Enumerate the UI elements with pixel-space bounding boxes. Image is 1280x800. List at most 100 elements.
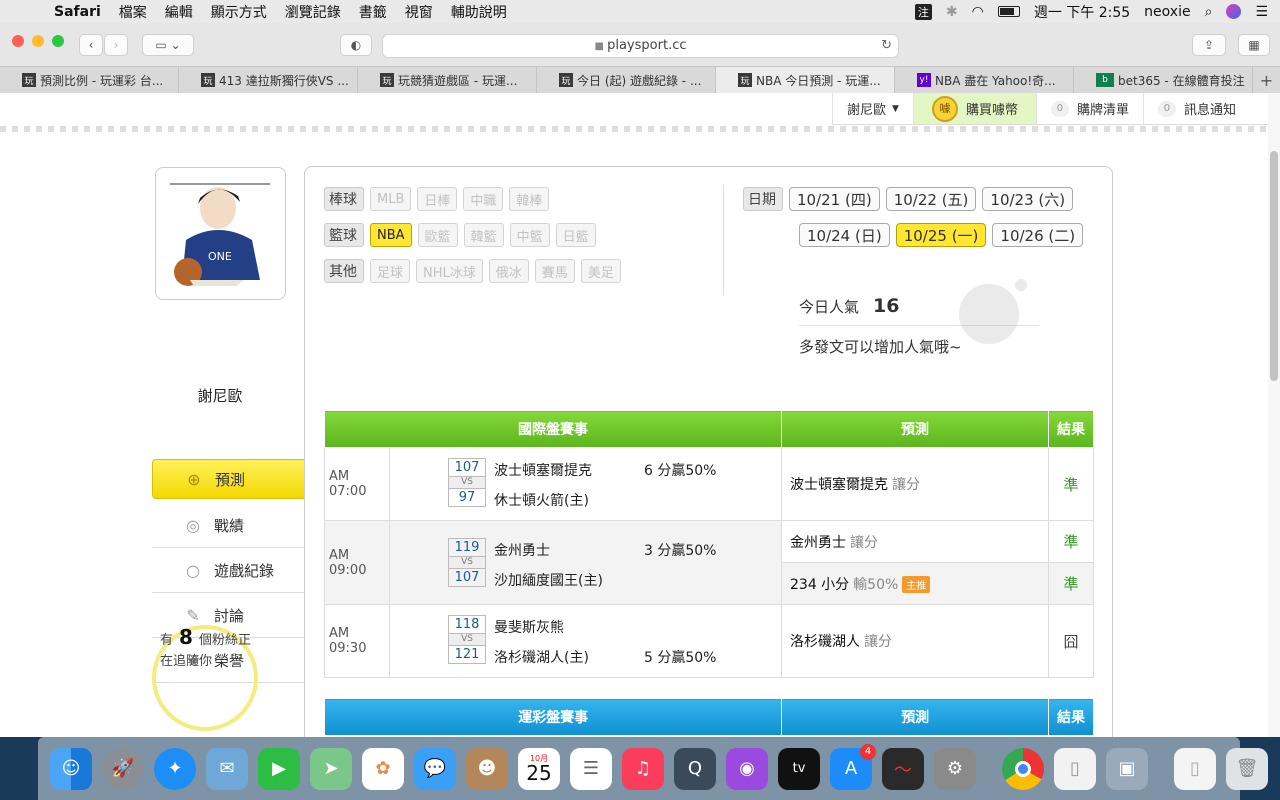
facetime-icon[interactable]: ▶ [258, 747, 300, 790]
column-header: 結果 [1048, 410, 1094, 448]
share-button[interactable]: ⇪ [1192, 34, 1226, 56]
launchpad-icon[interactable]: 🚀 [102, 747, 144, 790]
apple-tv-icon[interactable]: tv [778, 747, 820, 790]
page-scrollbar[interactable] [1268, 93, 1280, 737]
basketball-filter-row: 籃球 NBA 歐籃 韓籃 中籃 日籃 [324, 223, 596, 247]
chip-cpbl[interactable]: 中職 [463, 187, 504, 211]
chip-nba[interactable]: NBA [370, 223, 412, 247]
chip-euro-basketball[interactable]: 歐籃 [417, 223, 458, 247]
chip-nfl[interactable]: 美足 [580, 259, 621, 283]
chip-cn-basketball[interactable]: 中籃 [509, 223, 550, 247]
browser-tab[interactable]: 玩今日 (起) 遊戲紀錄 - ... [537, 67, 716, 93]
siri-icon[interactable] [1226, 4, 1242, 19]
zoom-window-button[interactable] [52, 35, 64, 47]
menu-window[interactable]: 視窗 [405, 2, 433, 22]
chip-mlb[interactable]: MLB [370, 187, 412, 211]
cart-link[interactable]: 0 購牌清單 [1035, 93, 1143, 124]
chip-soccer[interactable]: 足球 [370, 259, 411, 283]
away-team[interactable]: 波士頓塞爾提克 [494, 460, 592, 480]
user-menu[interactable]: 謝尼歐 ▼ [832, 93, 913, 124]
date-1026[interactable]: 10/26 (二) [992, 223, 1084, 247]
audio-app-icon[interactable]: 〜 [882, 747, 924, 790]
maps-icon[interactable]: ➤ [310, 747, 352, 790]
wifi-icon[interactable]: ◠ [972, 4, 984, 20]
calendar-icon[interactable]: 10月 25 [518, 747, 560, 790]
forward-button[interactable]: › [104, 34, 128, 56]
sidebar-item-record[interactable]: ◎ 戰績 [152, 503, 304, 548]
menu-file[interactable]: 檔案 [119, 2, 147, 22]
app-store-icon[interactable]: A 4 [830, 743, 876, 790]
music-icon[interactable]: ♫ [622, 747, 664, 790]
reminders-icon[interactable]: ☰ [570, 747, 612, 790]
minimize-window-button[interactable] [32, 35, 44, 47]
contacts-icon[interactable]: ☻ [466, 747, 508, 790]
trash-icon[interactable]: 🗑 [1226, 747, 1268, 790]
user-name[interactable]: neoxie [1144, 4, 1190, 20]
date-1023[interactable]: 10/23 (六) [982, 187, 1074, 211]
battery-icon[interactable] [997, 6, 1020, 17]
close-window-button[interactable] [12, 35, 24, 47]
browser-tab[interactable]: b bet365 - 在線體育投注 [1074, 67, 1253, 93]
menu-view[interactable]: 顯示方式 [211, 2, 267, 22]
date-1024[interactable]: 10/24 (日) [799, 223, 890, 247]
browser-tab-active[interactable]: 玩 NBA 今日預測 - 玩運... [716, 67, 895, 93]
menu-help[interactable]: 輔助說明 [451, 2, 507, 22]
away-team[interactable]: 曼斐斯灰熊 [494, 617, 564, 637]
podcasts-icon[interactable]: ◉ [726, 747, 768, 790]
bluetooth-icon[interactable]: ✱ [946, 4, 958, 20]
scrollbar-thumb[interactable] [1270, 151, 1278, 381]
date-1022[interactable]: 10/22 (五) [885, 187, 977, 211]
browser-tab[interactable]: y! NBA 盡在 Yahoo!奇... [895, 67, 1074, 93]
buy-coins-button[interactable]: 噱 購買噱幣 [912, 93, 1036, 124]
spotlight-search-icon[interactable]: ⌕ [1205, 4, 1213, 20]
tab-overview-button[interactable]: ▦ [1238, 34, 1270, 56]
clock-text[interactable]: 週一 下午 2:55 [1034, 2, 1130, 22]
input-method-icon[interactable]: 注 [914, 3, 932, 20]
browser-tab[interactable]: 玩預測比例 - 玩運彩 台... [0, 67, 179, 93]
mail-icon[interactable]: ✉ [206, 747, 248, 790]
system-preferences-icon[interactable]: ⚙ [934, 747, 976, 790]
away-team[interactable]: 金州勇士 [494, 540, 550, 560]
sidebar-item-game-log[interactable]: ○ 遊戲紀錄 [152, 548, 304, 593]
photos-icon[interactable]: ✿ [362, 747, 404, 790]
menu-history[interactable]: 瀏覽記錄 [285, 2, 341, 22]
browser-tab[interactable]: 玩 413 達拉斯獨行俠VS ... [179, 67, 358, 93]
chip-jp-baseball[interactable]: 日棒 [417, 187, 458, 211]
quicktime-icon[interactable]: Q [674, 747, 716, 790]
chip-kbo[interactable]: 韓棒 [509, 187, 550, 211]
baseball-label: 棒球 [324, 187, 364, 211]
sidebar-toggle-icon[interactable]: ▭ ⌄ [142, 34, 194, 56]
address-bar[interactable]: ■ playsport.cc ↻ [382, 34, 899, 58]
menu-app-name[interactable]: Safari [54, 4, 101, 20]
home-team[interactable]: 洛杉磯湖人(主) [494, 647, 589, 667]
sidebar-item-predict[interactable]: ⊕ 預測 [152, 459, 310, 499]
menu-edit[interactable]: 編輯 [165, 2, 193, 22]
date-1025-selected[interactable]: 10/25 (一) [895, 223, 987, 247]
home-team[interactable]: 休士頓火箭(主) [494, 490, 589, 510]
home-team[interactable]: 沙加緬度國王(主) [494, 570, 603, 590]
notifications-link[interactable]: 0 訊息通知 [1142, 93, 1268, 124]
menu-bar: Safari 檔案 編輯 顯示方式 瀏覽記錄 書籤 視窗 輔助說明 注 ✱ ◠ … [0, 0, 1280, 23]
privacy-shield-icon[interactable]: ◐ [340, 34, 372, 56]
safari-icon[interactable]: ✦ [154, 747, 196, 790]
chip-horse-racing[interactable]: 賽馬 [534, 259, 575, 283]
downloads-stack-icon[interactable]: ▯ [1174, 747, 1216, 790]
notification-count-badge: 0 [1157, 100, 1176, 117]
browser-tab[interactable]: 玩玩競猜遊戲區 - 玩運... [358, 67, 537, 93]
date-1021[interactable]: 10/21 (四) [789, 187, 880, 211]
finder-icon[interactable]: ☺ [50, 747, 92, 790]
preview-icon[interactable]: ▣ [1106, 747, 1148, 790]
messages-icon[interactable]: 💬 [414, 747, 456, 790]
chip-nhl[interactable]: NHL冰球 [416, 259, 483, 283]
chrome-icon[interactable] [1002, 747, 1044, 790]
new-tab-button[interactable]: + [1253, 67, 1280, 93]
back-button[interactable]: ‹ [79, 34, 103, 56]
avatar[interactable]: ONE [155, 167, 286, 300]
chip-khl[interactable]: 俄冰 [488, 259, 529, 283]
document-icon[interactable]: ▯ [1054, 747, 1096, 790]
chip-kr-basketball[interactable]: 韓籃 [463, 223, 504, 247]
control-center-icon[interactable]: ☰ [1255, 4, 1268, 20]
chip-jp-basketball[interactable]: 日籃 [555, 223, 596, 247]
reload-icon[interactable]: ↻ [881, 35, 892, 57]
menu-bookmarks[interactable]: 書籤 [359, 2, 387, 22]
